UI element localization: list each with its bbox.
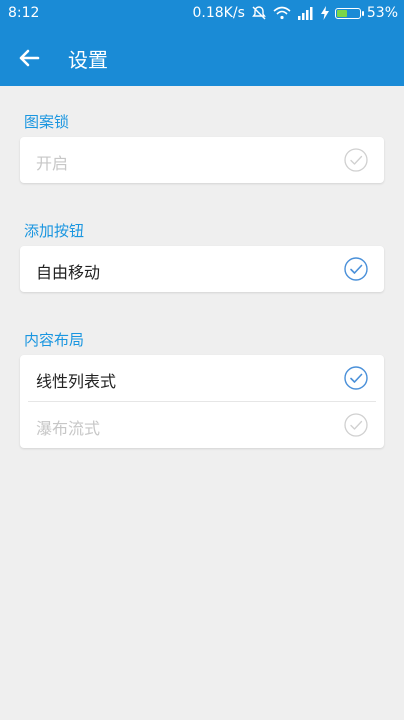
check-icon: [344, 366, 368, 390]
option-waterfall[interactable]: 瀑布流式: [20, 402, 384, 448]
status-right: 0.18K/s 53%: [193, 5, 399, 21]
section-title-pattern-lock: 图案锁: [24, 113, 70, 131]
card-pattern-lock: 开启: [20, 137, 384, 183]
battery-percent: 53%: [366, 5, 398, 21]
wifi-icon: [273, 6, 291, 20]
status-bar: 8:12 0.18K/s 53%: [0, 0, 404, 28]
option-linear-list[interactable]: 线性列表式: [20, 355, 384, 401]
option-free-move[interactable]: 自由移动: [20, 246, 384, 292]
section-title-add-button: 添加按钮: [24, 222, 85, 240]
signal-icon: [297, 7, 313, 20]
option-enable-pattern-lock[interactable]: 开启: [20, 137, 384, 183]
option-label: 瀑布流式: [36, 419, 101, 438]
mute-icon: [251, 6, 266, 20]
card-content-layout: 线性列表式 瀑布流式: [20, 355, 384, 448]
charging-icon: [320, 6, 329, 20]
network-speed: 0.18K/s: [192, 5, 245, 21]
card-add-button: 自由移动: [20, 246, 384, 292]
check-icon: [344, 148, 368, 172]
check-icon: [344, 257, 368, 281]
option-label: 开启: [36, 154, 69, 173]
battery-icon: [334, 7, 364, 19]
option-label: 自由移动: [36, 263, 101, 282]
page-title: 设置: [68, 48, 108, 72]
back-button[interactable]: [14, 43, 44, 73]
section-title-content-layout: 内容布局: [24, 331, 85, 349]
check-icon: [344, 413, 368, 437]
arrow-left-icon: [19, 49, 40, 67]
status-time: 8:12: [8, 5, 40, 21]
option-label: 线性列表式: [36, 372, 117, 391]
app-bar: 设置: [0, 28, 404, 86]
